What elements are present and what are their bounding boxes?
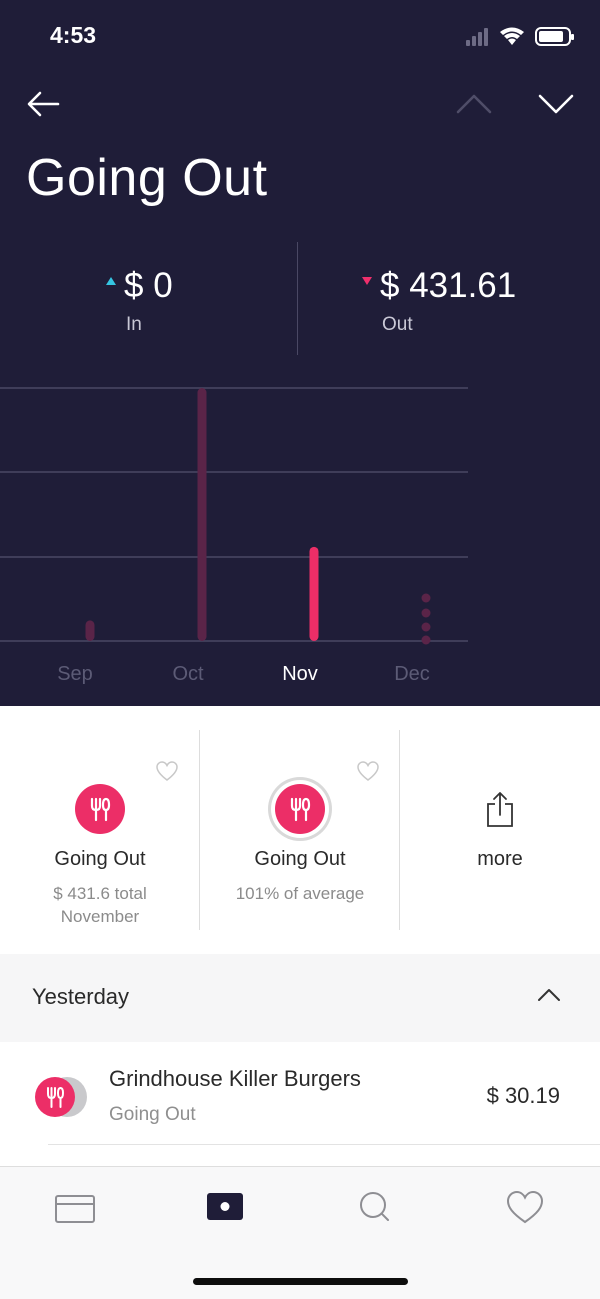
status-icons: [466, 27, 574, 46]
chevron-up-icon[interactable]: [452, 86, 496, 122]
status-time: 4:53: [50, 22, 97, 48]
back-arrow-icon[interactable]: [24, 86, 64, 122]
heart-outline-icon[interactable]: [356, 760, 380, 782]
spending-amount: $ 431.61: [380, 266, 517, 305]
chevron-up-icon[interactable]: [536, 984, 562, 1006]
search-icon[interactable]: [353, 1189, 397, 1225]
income-label: In: [126, 314, 142, 335]
share-icon: [487, 792, 513, 827]
up-triangle-icon: [106, 277, 116, 285]
more-card[interactable]: more: [400, 730, 600, 930]
chevron-down-icon[interactable]: [534, 86, 578, 122]
home-indicator: [193, 1278, 408, 1285]
card-icon[interactable]: [53, 1191, 97, 1227]
section-header[interactable]: Yesterday: [0, 954, 600, 1042]
chart-bar-nov[interactable]: [309, 546, 319, 641]
header-panel: 4:53 Going Out $ 0 In $ 431.61 Out Sep O…: [0, 0, 600, 706]
utensils-icon: [35, 1077, 87, 1117]
utensils-icon: [290, 797, 311, 822]
down-triangle-icon: [362, 277, 372, 285]
spending-summary: $ 431.61 Out: [362, 266, 516, 336]
income-summary: $ 0 In: [106, 266, 173, 336]
signal-icon: [466, 28, 488, 46]
summary-divider: [297, 242, 298, 355]
row-divider: [48, 1144, 600, 1145]
transaction-row[interactable]: Grindhouse Killer Burgers Going Out $ 30…: [0, 1042, 600, 1146]
transaction-amount: $ 30.19: [486, 1083, 560, 1108]
chart-bar-sep[interactable]: [85, 620, 95, 641]
chart-month-label-nov[interactable]: Nov: [282, 663, 318, 686]
page-title: Going Out: [26, 149, 268, 207]
transaction-category: Going Out: [109, 1104, 196, 1125]
category-average-card[interactable]: Going Out 101% of average: [200, 730, 400, 930]
more-label: more: [477, 848, 523, 870]
income-amount: $ 0: [124, 266, 173, 305]
transaction-merchant: Grindhouse Killer Burgers: [109, 1066, 361, 1091]
chart-month-label-oct[interactable]: Oct: [172, 663, 203, 686]
utensils-icon: [90, 797, 111, 822]
heart-icon[interactable]: [503, 1189, 547, 1225]
card-title: Going Out: [54, 848, 146, 870]
chart-bars: [85, 388, 431, 645]
chart-bar-dec-pending[interactable]: [421, 593, 431, 645]
spending-label: Out: [382, 314, 413, 335]
heart-outline-icon[interactable]: [155, 760, 179, 782]
card-title: Going Out: [254, 848, 346, 870]
insight-cards: Going Out $ 431.6 total November Going O…: [0, 706, 600, 954]
card-subtitle: $ 431.6 total November: [53, 884, 147, 926]
wifi-icon: [500, 27, 524, 45]
wallet-icon[interactable]: [203, 1189, 247, 1225]
chart-month-label-sep[interactable]: Sep: [57, 663, 93, 686]
chart-gridlines: [0, 387, 468, 642]
category-total-card[interactable]: Going Out $ 431.6 total November: [0, 730, 200, 930]
category-badge: [75, 784, 125, 834]
chart-bar-oct[interactable]: [197, 388, 207, 641]
card-subtitle: 101% of average: [235, 884, 365, 903]
section-title: Yesterday: [32, 984, 130, 1009]
chart-month-label-dec[interactable]: Dec: [394, 663, 430, 686]
monthly-spending-chart[interactable]: [0, 370, 600, 660]
battery-icon: [535, 27, 574, 46]
category-badge: [275, 784, 325, 834]
